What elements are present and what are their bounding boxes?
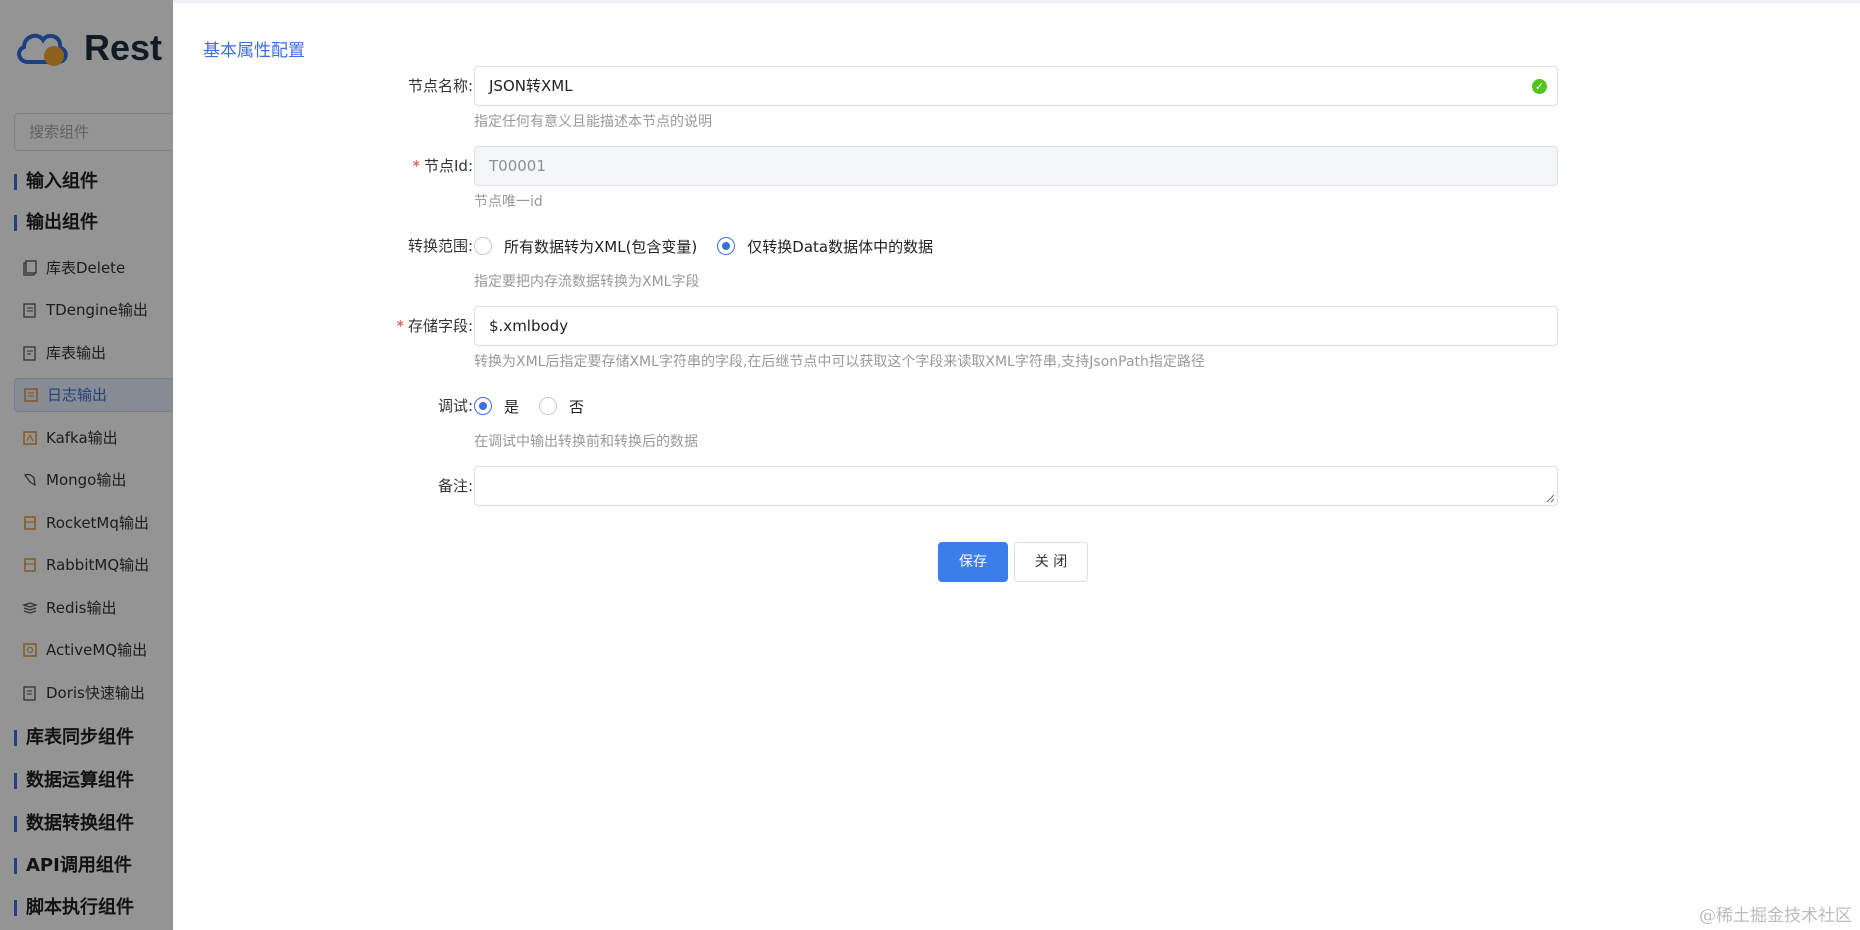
radio-button[interactable] [539, 397, 558, 415]
store-field-input[interactable]: $.xmlbody [474, 306, 1558, 346]
node-id-hint: 节点唯一id [474, 194, 543, 210]
debug-hint: 在调试中输出转换前和转换后的数据 [474, 434, 698, 450]
store-field-hint: 转换为XML后指定要存储XML字符串的字段,在后继节点中可以获取这个字段来读取X… [474, 354, 1205, 370]
required-mark: * [396, 317, 404, 335]
debug-option-yes[interactable]: 是 [474, 396, 519, 417]
radio-button-checked[interactable] [474, 397, 492, 415]
convert-scope-radio-group: 所有数据转为XML(包含变量) 仅转换Data数据体中的数据 [474, 226, 953, 266]
properties-drawer: 基本属性配置 节点名称: JSON转XML ✓ 指定任何有意义且能描述本节点的说… [173, 0, 1860, 930]
close-button[interactable]: 关 闭 [1014, 542, 1088, 582]
required-mark: * [412, 157, 421, 175]
resize-handle-icon[interactable] [1546, 494, 1555, 503]
node-name-label: 节点名称: [407, 77, 473, 95]
debug-option-no[interactable]: 否 [539, 396, 584, 417]
convert-scope-option-all[interactable]: 所有数据转为XML(包含变量) [474, 236, 697, 257]
node-name-input[interactable]: JSON转XML ✓ [474, 66, 1558, 106]
radio-label: 所有数据转为XML(包含变量) [504, 237, 698, 256]
modal-overlay[interactable] [0, 0, 173, 930]
remark-label: 备注: [437, 477, 473, 495]
node-id-input[interactable]: T00001 [474, 146, 1558, 186]
radio-label: 否 [569, 397, 585, 416]
valid-check-icon: ✓ [1532, 79, 1547, 94]
node-name-value: JSON转XML [489, 77, 573, 95]
store-field-label: * 存储字段: [396, 317, 473, 335]
node-name-hint: 指定任何有意义且能描述本节点的说明 [474, 114, 712, 130]
section-title: 基本属性配置 [203, 41, 305, 61]
debug-label: 调试: [437, 397, 473, 415]
watermark: @稀土掘金技术社区 [1699, 906, 1852, 926]
convert-scope-option-data-only[interactable]: 仅转换Data数据体中的数据 [717, 236, 933, 257]
radio-label: 仅转换Data数据体中的数据 [747, 237, 934, 256]
radio-button-checked[interactable] [717, 237, 736, 255]
save-button[interactable]: 保存 [938, 542, 1008, 582]
convert-scope-hint: 指定要把内存流数据转换为XML字段 [474, 274, 700, 290]
radio-label: 是 [504, 397, 520, 416]
debug-radio-group: 是 否 [474, 386, 604, 426]
remark-textarea[interactable] [474, 466, 1558, 506]
node-id-label: * 节点Id: [412, 157, 474, 175]
radio-button[interactable] [474, 237, 492, 255]
convert-scope-label: 转换范围: [407, 237, 473, 255]
